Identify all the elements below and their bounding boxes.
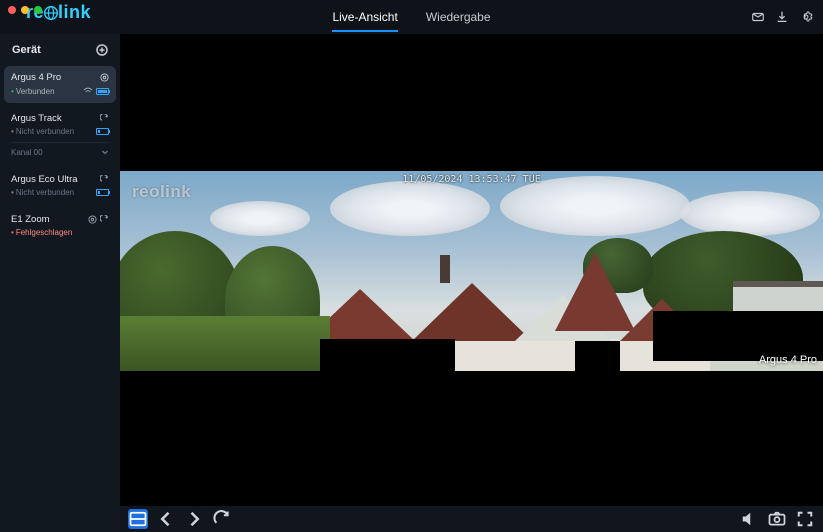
top-bar: re link Live-Ansicht Wiedergabe [0, 0, 823, 34]
refresh-button[interactable] [212, 509, 232, 529]
device-channel[interactable]: Kanal 00 [11, 142, 109, 157]
refresh-icon[interactable] [100, 175, 109, 184]
device-settings-icon[interactable] [100, 73, 109, 82]
device-sidebar: Gerät Argus 4 Pro Verbunden Argus Track [0, 34, 120, 532]
camera-feed [120, 171, 823, 371]
brand-globe-icon [43, 5, 59, 21]
layout-button[interactable] [128, 509, 148, 529]
sidebar-header: Gerät [4, 38, 116, 62]
device-name: Argus 4 Pro [11, 72, 61, 83]
battery-icon [96, 88, 109, 95]
battery-icon [96, 189, 109, 196]
tab-live-view[interactable]: Live-Ansicht [332, 2, 397, 32]
minimize-window-button[interactable] [21, 6, 29, 14]
refresh-icon[interactable] [100, 215, 109, 224]
device-settings-icon[interactable] [88, 215, 97, 224]
battery-icon [96, 128, 109, 135]
sidebar-title: Gerät [12, 44, 41, 56]
gear-icon[interactable] [799, 10, 813, 24]
wifi-icon [83, 86, 93, 96]
window-controls [8, 6, 42, 14]
prev-button[interactable] [156, 509, 176, 529]
video-area: reolink 11/05/2024 13:53:47 TUE Argus 4 … [120, 34, 823, 532]
device-status: Verbunden [11, 87, 55, 96]
device-item-argus-eco-ultra[interactable]: Argus Eco Ultra Nicht verbunden [4, 168, 116, 204]
device-item-e1-zoom[interactable]: E1 Zoom Fehlgeschlagen [4, 208, 116, 244]
add-device-button[interactable] [96, 44, 108, 56]
refresh-icon[interactable] [100, 114, 109, 123]
device-item-argus-4-pro[interactable]: Argus 4 Pro Verbunden [4, 66, 116, 103]
chevron-down-icon [101, 148, 109, 156]
snapshot-button[interactable] [767, 509, 787, 529]
close-window-button[interactable] [8, 6, 16, 14]
device-name: E1 Zoom [11, 214, 50, 225]
device-status: Nicht verbunden [11, 188, 74, 197]
top-right-icons [751, 10, 813, 24]
next-button[interactable] [184, 509, 204, 529]
feed-watermark: reolink [132, 182, 191, 202]
device-name: Argus Track [11, 113, 62, 124]
video-toolbar [120, 506, 823, 532]
volume-button[interactable] [739, 509, 759, 529]
video-stage[interactable]: reolink 11/05/2024 13:53:47 TUE Argus 4 … [120, 34, 823, 506]
fullscreen-button[interactable] [795, 509, 815, 529]
feed-timestamp: 11/05/2024 13:53:47 TUE [402, 174, 540, 185]
brand-text-2: link [58, 2, 91, 23]
main-tabs: Live-Ansicht Wiedergabe [332, 2, 490, 32]
feed-camera-label: Argus 4 Pro [759, 354, 817, 366]
device-name: Argus Eco Ultra [11, 174, 78, 185]
device-status: Fehlgeschlagen [11, 228, 72, 237]
maximize-window-button[interactable] [34, 6, 42, 14]
device-status: Nicht verbunden [11, 127, 74, 136]
tab-playback[interactable]: Wiedergabe [426, 2, 491, 32]
message-icon[interactable] [751, 10, 765, 24]
device-item-argus-track[interactable]: Argus Track Nicht verbunden Kanal 00 [4, 107, 116, 164]
download-icon[interactable] [775, 10, 789, 24]
